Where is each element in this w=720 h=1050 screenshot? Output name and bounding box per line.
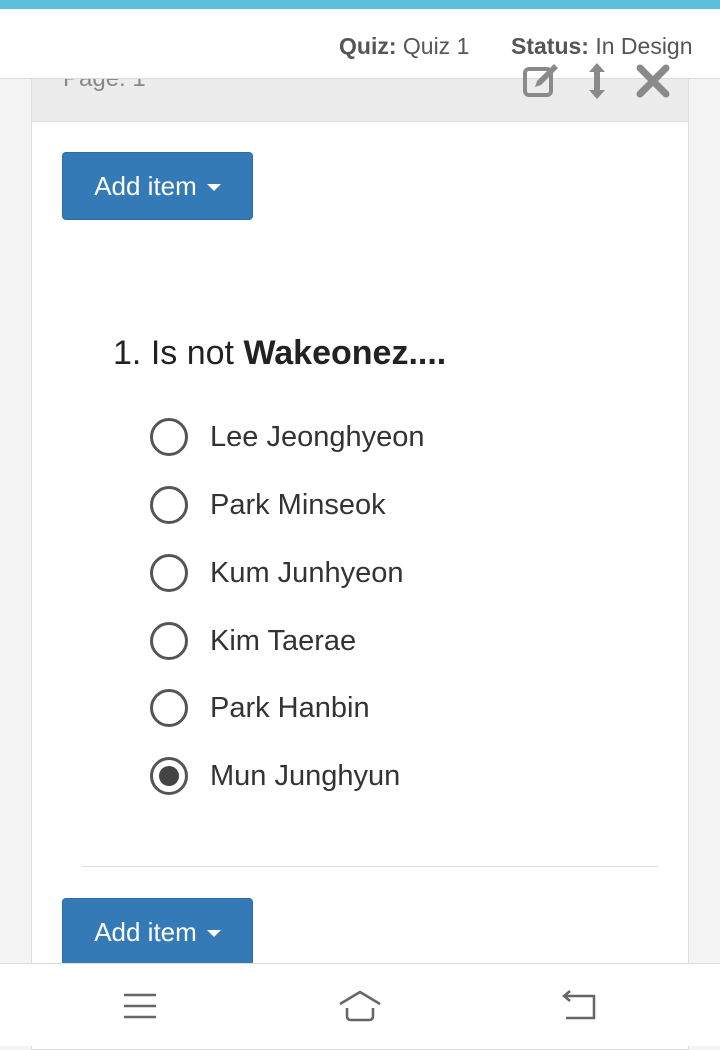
answer-option[interactable]: Lee Jeonghyeon — [150, 417, 424, 457]
radio-button[interactable] — [150, 418, 188, 456]
option-label: Kum Junhyeon — [210, 556, 404, 589]
option-label: Park Minseok — [210, 488, 386, 521]
status-info: Status: In Design — [511, 33, 693, 60]
option-label: Lee Jeonghyeon — [210, 420, 425, 453]
section-divider — [82, 866, 658, 867]
status-label: Status: — [511, 33, 589, 59]
radio-button[interactable] — [150, 486, 188, 524]
add-item-label: Add item — [94, 916, 197, 947]
answer-option[interactable]: Park Minseok — [150, 485, 386, 525]
answer-option[interactable]: Mun Junghyun — [150, 756, 400, 796]
radio-button[interactable] — [150, 622, 188, 660]
edit-icon[interactable] — [521, 61, 561, 101]
answer-option[interactable]: Kum Junhyeon — [150, 553, 403, 593]
home-icon[interactable] — [336, 982, 384, 1030]
caret-down-icon — [206, 930, 221, 937]
question-text: 1. Is not Wakeonez.... — [113, 334, 446, 373]
back-icon[interactable] — [554, 982, 602, 1030]
add-item-button[interactable]: Add item — [62, 152, 253, 220]
caret-down-icon — [206, 184, 221, 191]
radio-button[interactable] — [150, 689, 188, 727]
option-label: Kim Taerae — [210, 624, 357, 657]
move-vertical-icon[interactable] — [577, 61, 617, 101]
radio-button[interactable] — [150, 757, 188, 795]
system-nav-bar — [0, 963, 720, 1046]
close-icon[interactable] — [633, 61, 673, 101]
add-item-button[interactable]: Add item — [62, 898, 253, 966]
option-label: Park Hanbin — [210, 691, 370, 724]
radio-button[interactable] — [150, 554, 188, 592]
question-number: 1. — [113, 334, 142, 372]
top-accent-bar — [0, 0, 720, 9]
quiz-label: Quiz: — [339, 33, 397, 59]
quiz-info: Quiz: Quiz 1 — [339, 33, 469, 60]
answer-option[interactable]: Kim Taerae — [150, 621, 356, 661]
option-label: Mun Junghyun — [210, 759, 401, 792]
question-emphasis: Wakeonez.... — [243, 334, 447, 372]
quiz-name: Quiz 1 — [402, 33, 470, 59]
answer-option[interactable]: Park Hanbin — [150, 688, 370, 728]
add-item-label: Add item — [94, 170, 197, 201]
status-value: In Design — [595, 33, 693, 59]
question-prefix: Is not — [150, 334, 234, 372]
menu-icon[interactable] — [116, 982, 164, 1030]
